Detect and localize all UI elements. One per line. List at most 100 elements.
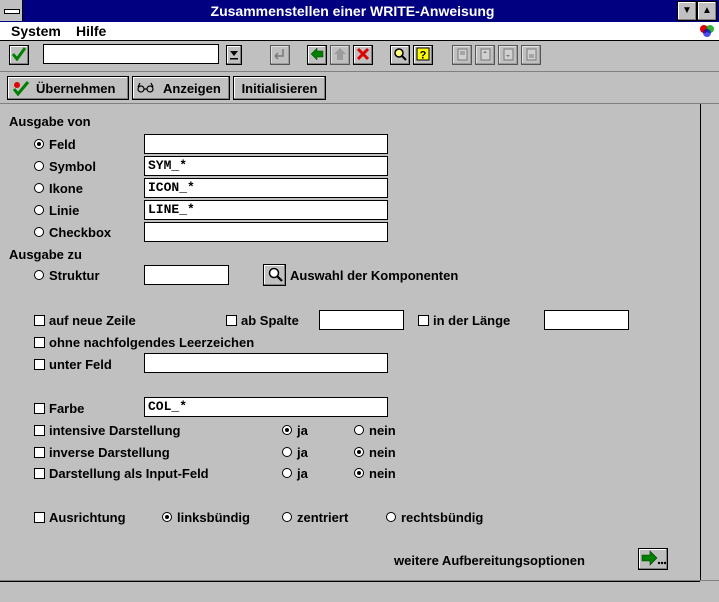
menu-bar: System Hilfe [0,22,719,41]
menu-help[interactable]: Hilfe [76,23,106,39]
cancel-x-icon [356,47,370,64]
next-page-button[interactable] [498,45,518,65]
under-field-checkbox[interactable] [34,359,45,370]
minimize-button[interactable]: ▼ [677,1,697,21]
cancel-button[interactable] [353,45,373,65]
field-input-checkbox[interactable] [144,222,388,242]
intensive-nein-radio[interactable] [354,425,364,435]
alignment-checkbox[interactable] [34,512,45,523]
menu-system[interactable]: System [11,23,61,39]
window-title: Zusammenstellen einer WRITE-Anweisung [210,3,495,19]
option-row-linie: Linie LINE_* [0,200,400,222]
help-button[interactable]: ? [413,45,433,65]
inverse-nein-label: nein [369,445,396,460]
apply-icon [12,80,30,96]
last-page-button[interactable] [521,45,541,65]
apply-button[interactable]: Übernehmen [7,76,129,100]
radio-feld[interactable] [34,139,44,149]
radio-ikone[interactable] [34,183,44,193]
command-history-button[interactable] [226,45,242,65]
up-arrow-icon [333,47,347,64]
svg-text:?: ? [420,49,427,61]
save-button[interactable] [270,45,290,65]
align-left-radio[interactable] [162,512,172,522]
intensive-checkbox[interactable] [34,425,45,436]
menu-help-label: Hilfe [76,23,107,39]
exit-button[interactable] [330,45,350,65]
from-column-checkbox[interactable] [226,315,237,326]
no-space-label: ohne nachfolgendes Leerzeichen [49,335,255,350]
inverse-checkbox[interactable] [34,447,45,458]
color-checkbox[interactable] [34,403,45,414]
next-page-icon [501,47,515,64]
no-space-checkbox[interactable] [34,337,45,348]
under-field-label: unter Feld [49,357,112,372]
status-bar-divider [0,581,700,582]
length-checkbox[interactable] [418,315,429,326]
find-button[interactable] [390,45,410,65]
enter-button[interactable] [9,45,29,65]
initialize-button[interactable]: Initialisieren [233,76,326,100]
menu-system-label: System [11,23,61,39]
sap-logo-icon [699,24,715,38]
maximize-button[interactable]: ▲ [697,1,717,21]
color-label: Farbe [49,401,85,416]
input-ja-radio[interactable] [282,468,292,478]
option-row-feld: Feld [0,134,400,156]
align-center-label: zentriert [297,510,349,525]
inverse-label: inverse Darstellung [49,445,170,460]
option-row-ikone: Ikone ICON_* [0,178,400,200]
field-input-ikone[interactable]: ICON_* [144,178,388,198]
radio-symbol[interactable] [34,161,44,171]
more-options-button[interactable] [638,548,668,570]
length-label: in der Länge [433,313,511,328]
new-line-label: auf neue Zeile [49,313,136,328]
first-page-button[interactable] [452,45,472,65]
option-label-checkbox: Checkbox [49,225,112,240]
status-bar [0,580,719,602]
radio-linie[interactable] [34,205,44,215]
structure-input[interactable] [144,265,229,285]
display-button[interactable]: Anzeigen [132,76,230,100]
field-input-symbol[interactable]: SYM_* [144,156,388,176]
output-to-heading: Ausgabe zu [9,247,82,262]
align-left-label: linksbündig [177,510,250,525]
intensive-ja-label: ja [297,423,308,438]
command-field[interactable] [43,44,219,64]
option-label-symbol: Symbol [49,159,96,174]
input-nein-radio[interactable] [354,468,364,478]
components-button[interactable] [263,264,286,286]
input-field-checkbox[interactable] [34,468,45,479]
output-from-heading: Ausgabe von [9,114,91,129]
field-input-linie[interactable]: LINE_* [144,200,388,220]
inverse-ja-radio[interactable] [282,447,292,457]
color-input[interactable]: COL_* [144,397,388,417]
back-arrow-icon [310,46,324,64]
maximize-icon: ▲ [702,5,712,16]
inverse-nein-radio[interactable] [354,447,364,457]
under-field-input[interactable] [144,353,388,373]
option-row-checkbox: Checkbox [0,222,400,244]
length-input[interactable] [544,310,629,330]
from-column-input[interactable] [319,310,404,330]
right-margin [701,104,719,580]
radio-checkbox[interactable] [34,227,44,237]
dropdown-arrow-icon [229,48,239,63]
system-menu-button[interactable] [0,0,23,21]
radio-struktur[interactable] [34,270,44,280]
align-center-radio[interactable] [282,512,292,522]
intensive-ja-radio[interactable] [282,425,292,435]
main-form: Ausgabe von Feld Symbol SYM_* Ikone ICON… [0,104,700,580]
field-input-feld[interactable] [144,134,388,154]
from-column-label: ab Spalte [241,313,299,328]
new-line-checkbox[interactable] [34,315,45,326]
input-nein-label: nein [369,466,396,481]
apply-label: Übernehmen [36,80,116,96]
align-right-radio[interactable] [386,512,396,522]
back-button[interactable] [307,45,327,65]
prev-page-button[interactable] [475,45,495,65]
structure-label: Struktur [49,268,100,283]
option-label-ikone: Ikone [49,181,83,196]
inverse-ja-label: ja [297,445,308,460]
initialize-label: Initialisieren [241,80,318,96]
